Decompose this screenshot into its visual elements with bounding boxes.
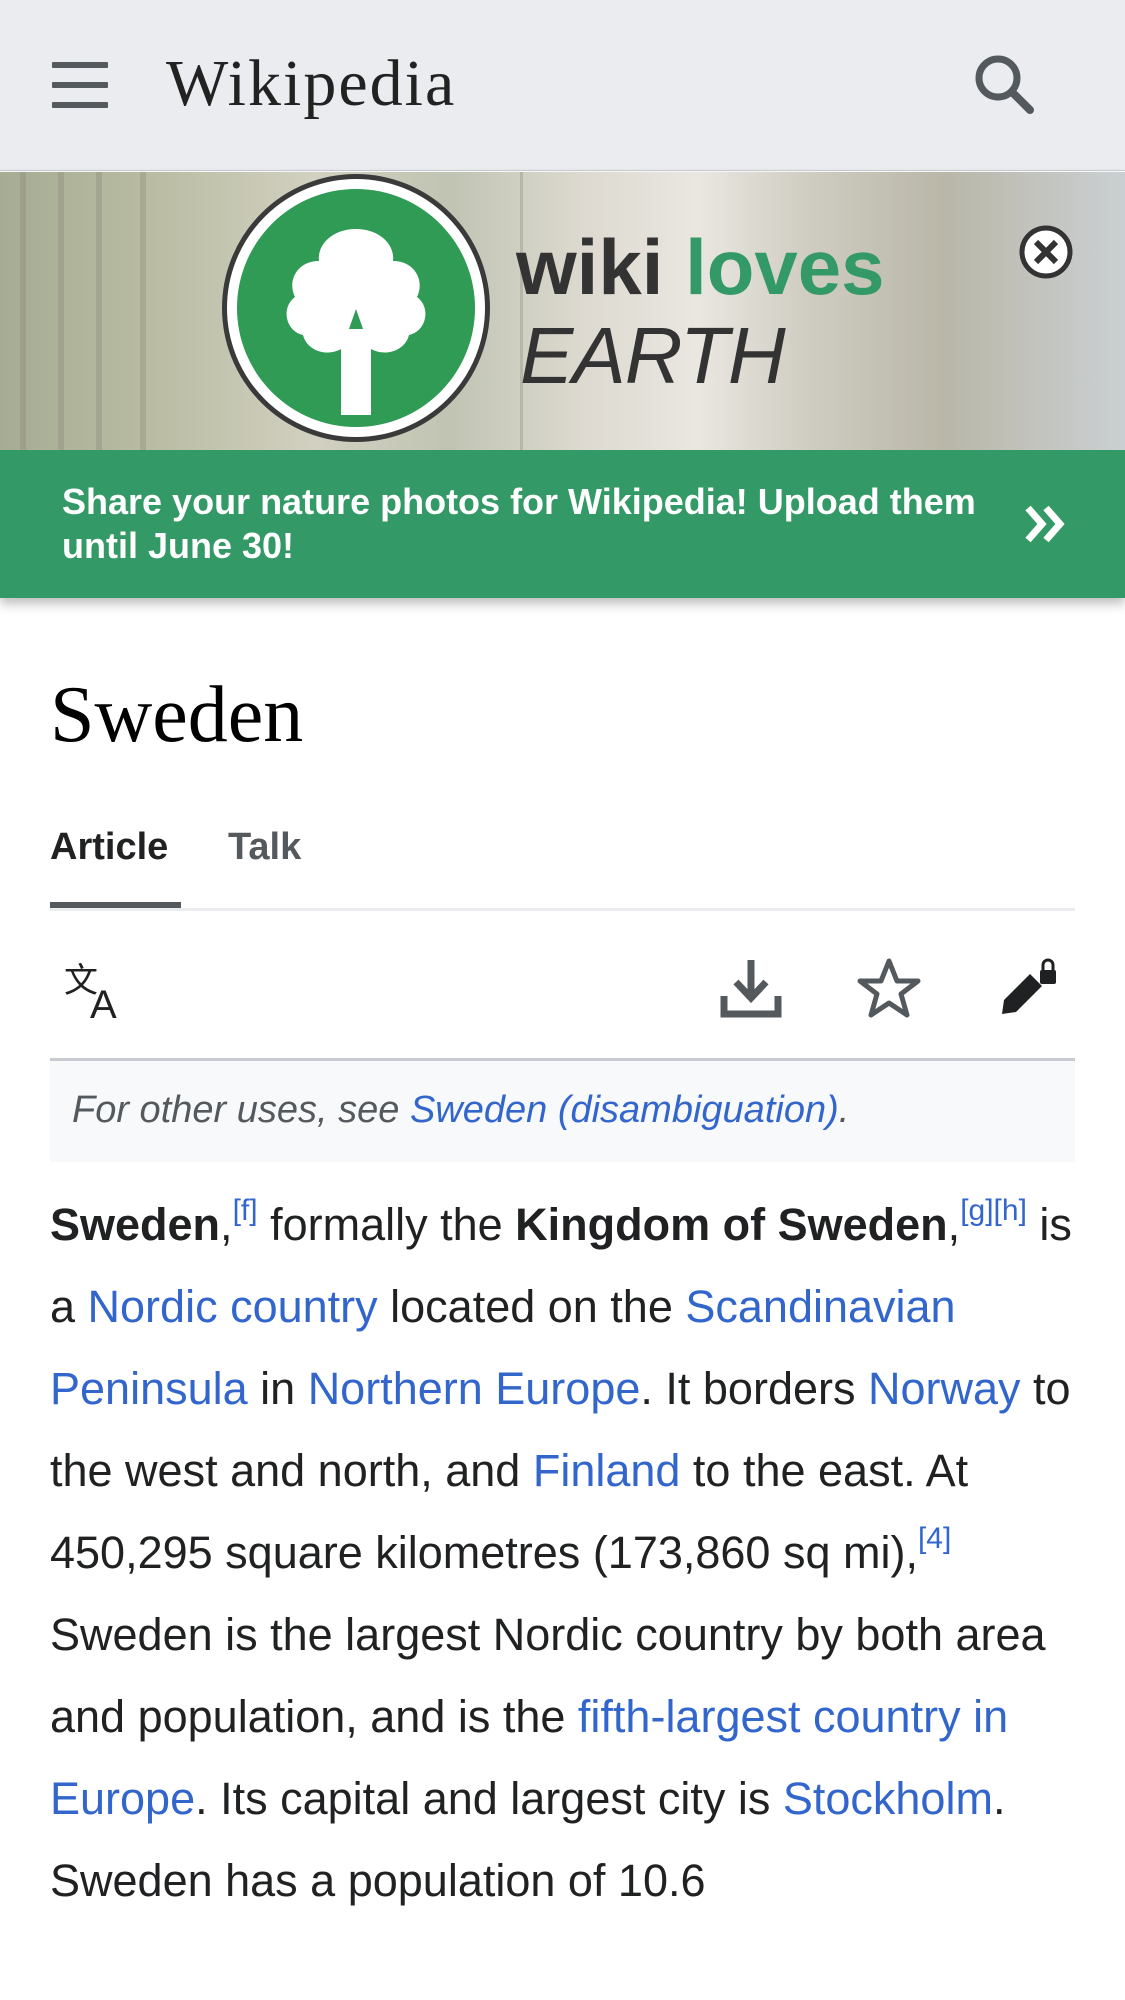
text-run: , [220,1199,233,1250]
edit-locked-icon[interactable] [994,956,1060,1022]
tab-article[interactable]: Article [50,826,168,869]
logo-word-wiki: wiki [516,223,664,311]
wikipedia-wordmark[interactable]: Wikipedia [166,46,456,122]
hatnote-suffix: . [838,1089,850,1131]
top-header: Wikipedia [0,0,1125,171]
logo-word-earth: EARTH [520,311,786,400]
citation-link-h[interactable]: [h] [994,1194,1027,1227]
citation-link-f[interactable]: [f] [233,1194,258,1227]
citation-link-g[interactable]: [g] [960,1194,993,1227]
svg-text:A: A [90,983,117,1022]
wiki-loves-earth-banner[interactable]: wiki loves EARTH Share your nature photo… [0,172,1125,598]
tree-logo-icon [222,174,490,442]
link-finland[interactable]: Finland [533,1445,681,1496]
text-run: formally the [257,1199,516,1250]
text-run: in [247,1363,308,1414]
link-stockholm[interactable]: Stockholm [783,1773,993,1824]
text-run: . Its capital and largest city is [195,1773,783,1824]
double-chevron-right-icon[interactable] [1016,494,1076,554]
text-run: . It borders [640,1363,868,1414]
logo-word-loves: loves [685,223,885,311]
bold-term: Sweden [50,1199,221,1250]
close-circle-icon[interactable] [1018,224,1074,280]
page-title: Sweden [50,671,304,759]
link-norway[interactable]: Norway [868,1363,1021,1414]
language-icon[interactable]: 文 A [64,956,130,1027]
page-actions-bar: 文 A [50,908,1075,1061]
page-tabs: Article Talk [50,800,1075,911]
disambiguation-link[interactable]: Sweden (disambiguation) [410,1089,839,1131]
hamburger-menu-icon[interactable] [50,60,112,110]
citation-link-4[interactable]: [4] [918,1522,951,1555]
citation: [4] [918,1522,951,1555]
banner-message: Share your nature photos for Wikipedia! … [62,481,976,566]
link-northern-europe[interactable]: Northern Europe [308,1363,641,1414]
article-lead-paragraph: Sweden,[f] formally the Kingdom of Swede… [50,1184,1090,1922]
banner-photo: wiki loves EARTH [0,172,1125,450]
bold-term: Kingdom of Sweden [515,1199,948,1250]
text-run: located on the [377,1281,686,1332]
citation: [f] [233,1194,258,1227]
banner-call-to-action[interactable]: Share your nature photos for Wikipedia! … [0,450,1125,598]
hatnote: For other uses, see Sweden (disambiguati… [50,1061,1075,1162]
tab-talk[interactable]: Talk [228,826,301,869]
text-run: , [947,1199,961,1250]
citation: [g][h] [960,1194,1027,1227]
download-icon[interactable] [718,956,784,1022]
banner-logo-text: wiki loves [516,222,885,313]
link-nordic-country[interactable]: Nordic country [88,1281,378,1332]
star-icon[interactable] [856,956,922,1022]
search-icon[interactable] [970,50,1040,120]
hatnote-text: For other uses, see [72,1089,410,1131]
